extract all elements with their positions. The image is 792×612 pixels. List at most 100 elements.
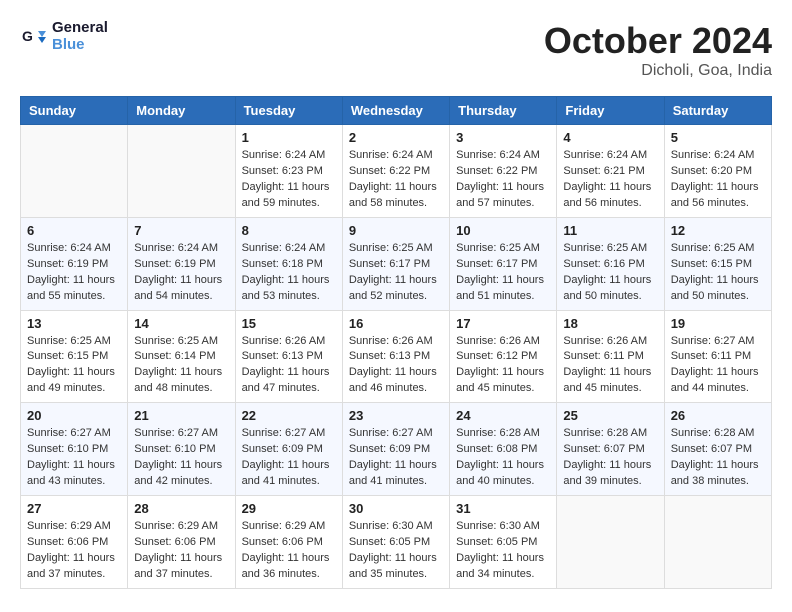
calendar-day-cell: 10Sunrise: 6:25 AM Sunset: 6:17 PM Dayli… [450,217,557,310]
day-number: 11 [563,223,657,238]
calendar-day-cell: 22Sunrise: 6:27 AM Sunset: 6:09 PM Dayli… [235,403,342,496]
day-info: Sunrise: 6:25 AM Sunset: 6:14 PM Dayligh… [134,334,228,398]
calendar-day-cell: 1 Sunrise: 6:24 AM Sunset: 6:23 PM Daylig… [235,125,342,218]
day-number: 12 [671,223,765,238]
calendar-header-row: SundayMondayTuesdayWednesdayThursdayFrid… [21,97,772,125]
calendar-day-cell: 12 Sunrise: 6:25 AM Sunset: 6:15 PM Dayli… [664,217,771,310]
day-info: Sunrise: 6:29 AM Sunset: 6:06 PM Dayligh… [134,519,228,583]
day-info: Sunrise: 6:29 AM Sunset: 6:06 PM Dayligh… [27,519,121,583]
day-info: Sunrise: 6:24 AM Sunset: 6:19 PM Dayligh… [134,241,228,305]
day-number: 18 [563,316,657,331]
column-header-wednesday: Wednesday [342,97,449,125]
calendar-day-cell: 4 Sunrise: 6:24 AM Sunset: 6:21 PM Daylig… [557,125,664,218]
calendar-table: SundayMondayTuesdayWednesdayThursdayFrid… [20,96,772,589]
day-info: Sunrise: 6:26 AM Sunset: 6:12 PM Dayligh… [456,334,550,398]
day-info: Sunrise: 6:26 AM Sunset: 6:11 PM Dayligh… [563,334,657,398]
calendar-day-cell: 25 Sunrise: 6:28 AM Sunset: 6:07 PM Dayli… [557,403,664,496]
day-info: Sunrise: 6:24 AM Sunset: 6:23 PM Dayligh… [242,148,336,212]
day-info: Sunrise: 6:27 AM Sunset: 6:10 PM Dayligh… [134,426,228,490]
day-info: Sunrise: 6:27 AM Sunset: 6:09 PM Dayligh… [349,426,443,490]
day-number: 4 [563,130,657,145]
column-header-sunday: Sunday [21,97,128,125]
day-number: 10 [456,223,550,238]
calendar-day-cell: 9Sunrise: 6:25 AM Sunset: 6:17 PM Daylig… [342,217,449,310]
day-number: 23 [349,408,443,423]
calendar-week-row: 1 Sunrise: 6:24 AM Sunset: 6:23 PM Daylig… [21,125,772,218]
page-header: G General Blue October 2024 Dicholi, Goa… [20,20,772,80]
column-header-tuesday: Tuesday [235,97,342,125]
day-info: Sunrise: 6:27 AM Sunset: 6:09 PM Dayligh… [242,426,336,490]
calendar-week-row: 20 Sunrise: 6:27 AM Sunset: 6:10 PM Dayli… [21,403,772,496]
day-number: 31 [456,501,550,516]
calendar-day-cell: 14 Sunrise: 6:25 AM Sunset: 6:14 PM Dayli… [128,310,235,403]
logo: G General Blue [20,20,108,53]
calendar-day-cell [664,496,771,589]
calendar-day-cell: 27 Sunrise: 6:29 AM Sunset: 6:06 PM Dayli… [21,496,128,589]
calendar-day-cell: 16 Sunrise: 6:26 AM Sunset: 6:13 PM Dayli… [342,310,449,403]
day-number: 25 [563,408,657,423]
column-header-monday: Monday [128,97,235,125]
day-number: 19 [671,316,765,331]
logo-icon: G [20,23,48,51]
day-number: 7 [134,223,228,238]
day-number: 16 [349,316,443,331]
calendar-day-cell: 29 Sunrise: 6:29 AM Sunset: 6:06 PM Dayli… [235,496,342,589]
calendar-day-cell: 8 Sunrise: 6:24 AM Sunset: 6:18 PM Daylig… [235,217,342,310]
calendar-day-cell: 2 Sunrise: 6:24 AM Sunset: 6:22 PM Daylig… [342,125,449,218]
day-info: Sunrise: 6:28 AM Sunset: 6:07 PM Dayligh… [671,426,765,490]
column-header-thursday: Thursday [450,97,557,125]
day-number: 2 [349,130,443,145]
calendar-day-cell: 30 Sunrise: 6:30 AM Sunset: 6:05 PM Dayli… [342,496,449,589]
calendar-week-row: 6 Sunrise: 6:24 AM Sunset: 6:19 PM Daylig… [21,217,772,310]
day-info: Sunrise: 6:25 AM Sunset: 6:17 PM Dayligh… [349,241,443,305]
day-number: 27 [27,501,121,516]
calendar-day-cell: 6 Sunrise: 6:24 AM Sunset: 6:19 PM Daylig… [21,217,128,310]
calendar-day-cell: 17Sunrise: 6:26 AM Sunset: 6:12 PM Dayli… [450,310,557,403]
calendar-day-cell: 7 Sunrise: 6:24 AM Sunset: 6:19 PM Daylig… [128,217,235,310]
day-number: 15 [242,316,336,331]
location: Dicholi, Goa, India [544,62,772,80]
calendar-day-cell: 21 Sunrise: 6:27 AM Sunset: 6:10 PM Dayli… [128,403,235,496]
calendar-day-cell: 19 Sunrise: 6:27 AM Sunset: 6:11 PM Dayli… [664,310,771,403]
day-info: Sunrise: 6:24 AM Sunset: 6:21 PM Dayligh… [563,148,657,212]
calendar-day-cell: 23 Sunrise: 6:27 AM Sunset: 6:09 PM Dayli… [342,403,449,496]
day-info: Sunrise: 6:27 AM Sunset: 6:11 PM Dayligh… [671,334,765,398]
calendar-day-cell: 13 Sunrise: 6:25 AM Sunset: 6:15 PM Dayli… [21,310,128,403]
day-info: Sunrise: 6:24 AM Sunset: 6:22 PM Dayligh… [349,148,443,212]
column-header-friday: Friday [557,97,664,125]
day-number: 20 [27,408,121,423]
calendar-day-cell: 28 Sunrise: 6:29 AM Sunset: 6:06 PM Dayli… [128,496,235,589]
calendar-day-cell: 26 Sunrise: 6:28 AM Sunset: 6:07 PM Dayli… [664,403,771,496]
day-number: 1 [242,130,336,145]
day-number: 21 [134,408,228,423]
day-number: 8 [242,223,336,238]
calendar-day-cell: 3 Sunrise: 6:24 AM Sunset: 6:22 PM Daylig… [450,125,557,218]
day-info: Sunrise: 6:28 AM Sunset: 6:07 PM Dayligh… [563,426,657,490]
day-info: Sunrise: 6:29 AM Sunset: 6:06 PM Dayligh… [242,519,336,583]
column-header-saturday: Saturday [664,97,771,125]
calendar-day-cell [557,496,664,589]
day-info: Sunrise: 6:24 AM Sunset: 6:19 PM Dayligh… [27,241,121,305]
day-number: 14 [134,316,228,331]
calendar-day-cell: 31 Sunrise: 6:30 AM Sunset: 6:05 PM Dayli… [450,496,557,589]
day-info: Sunrise: 6:26 AM Sunset: 6:13 PM Dayligh… [349,334,443,398]
day-info: Sunrise: 6:30 AM Sunset: 6:05 PM Dayligh… [349,519,443,583]
day-number: 6 [27,223,121,238]
day-info: Sunrise: 6:24 AM Sunset: 6:22 PM Dayligh… [456,148,550,212]
day-number: 29 [242,501,336,516]
day-number: 5 [671,130,765,145]
calendar-day-cell: 15 Sunrise: 6:26 AM Sunset: 6:13 PM Dayli… [235,310,342,403]
day-number: 28 [134,501,228,516]
day-number: 13 [27,316,121,331]
day-info: Sunrise: 6:26 AM Sunset: 6:13 PM Dayligh… [242,334,336,398]
day-info: Sunrise: 6:25 AM Sunset: 6:15 PM Dayligh… [27,334,121,398]
day-number: 3 [456,130,550,145]
day-number: 26 [671,408,765,423]
month-title: October 2024 [544,20,772,62]
day-info: Sunrise: 6:25 AM Sunset: 6:15 PM Dayligh… [671,241,765,305]
day-number: 24 [456,408,550,423]
day-number: 30 [349,501,443,516]
day-info: Sunrise: 6:24 AM Sunset: 6:18 PM Dayligh… [242,241,336,305]
calendar-day-cell: 11Sunrise: 6:25 AM Sunset: 6:16 PM Dayli… [557,217,664,310]
day-info: Sunrise: 6:30 AM Sunset: 6:05 PM Dayligh… [456,519,550,583]
